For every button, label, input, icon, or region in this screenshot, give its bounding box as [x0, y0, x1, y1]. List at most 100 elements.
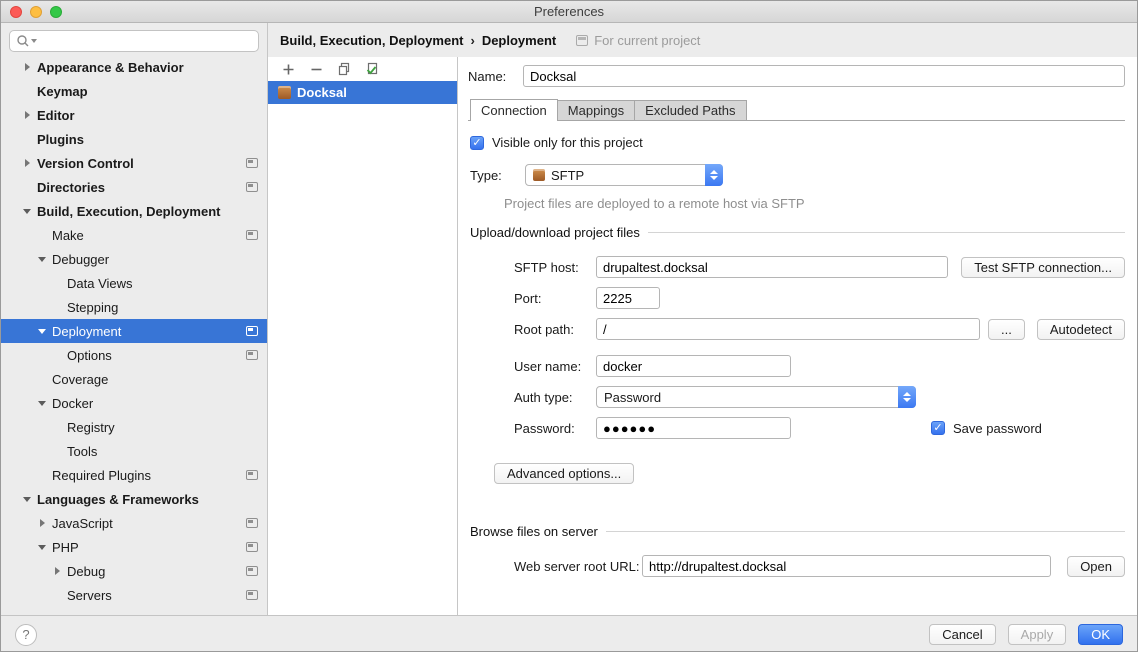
breadcrumb-chevron-icon: › — [470, 33, 474, 48]
search-field-wrap — [9, 30, 259, 52]
help-button[interactable]: ? — [15, 624, 37, 646]
sidebar-item-label: Data Views — [67, 276, 133, 291]
root-path-label: Root path: — [514, 322, 596, 337]
cancel-button[interactable]: Cancel — [929, 624, 995, 645]
chevron-right-icon[interactable] — [21, 63, 33, 71]
window-title: Preferences — [1, 4, 1137, 19]
chevron-right-icon[interactable] — [51, 567, 63, 575]
sidebar-item-options[interactable]: Options — [1, 343, 267, 367]
sidebar-item-appearance-behavior[interactable]: Appearance & Behavior — [1, 55, 267, 79]
copy-icon[interactable] — [336, 61, 352, 77]
sidebar-item-keymap[interactable]: Keymap — [1, 79, 267, 103]
user-name-input[interactable] — [596, 355, 791, 377]
chevron-right-icon[interactable] — [36, 519, 48, 527]
sidebar-item-docker[interactable]: Docker — [1, 391, 267, 415]
sidebar-item-languages-frameworks[interactable]: Languages & Frameworks — [1, 487, 267, 511]
tab-mappings[interactable]: Mappings — [557, 100, 635, 120]
sidebar-item-php[interactable]: PHP — [1, 535, 267, 559]
save-password-label: Save password — [953, 421, 1042, 436]
close-window-button[interactable] — [10, 6, 22, 18]
sidebar-item-make[interactable]: Make — [1, 223, 267, 247]
per-project-settings-icon — [246, 470, 258, 480]
sidebar-item-version-control[interactable]: Version Control — [1, 151, 267, 175]
sidebar-item-label: Required Plugins — [52, 468, 151, 483]
sidebar-item-tools[interactable]: Tools — [1, 439, 267, 463]
sidebar-item-debugger[interactable]: Debugger — [1, 247, 267, 271]
sidebar-item-label: Deployment — [52, 324, 121, 339]
tab-connection[interactable]: Connection — [470, 99, 558, 121]
sidebar-item-coverage[interactable]: Coverage — [1, 367, 267, 391]
chevron-down-icon[interactable] — [36, 257, 48, 262]
auth-type-select[interactable]: Password — [596, 386, 916, 408]
project-window-icon — [576, 35, 588, 46]
traffic-lights — [10, 6, 62, 18]
chevron-right-icon[interactable] — [21, 159, 33, 167]
ok-button[interactable]: OK — [1078, 624, 1123, 645]
sidebar-item-required-plugins[interactable]: Required Plugins — [1, 463, 267, 487]
root-path-input[interactable] — [596, 318, 980, 340]
port-input[interactable] — [596, 287, 660, 309]
sidebar-item-data-views[interactable]: Data Views — [1, 271, 267, 295]
sidebar-item-javascript[interactable]: JavaScript — [1, 511, 267, 535]
dialog-footer: ? Cancel Apply OK — [1, 615, 1137, 652]
sidebar-item-stepping[interactable]: Stepping — [1, 295, 267, 319]
sidebar-item-label: Servers — [67, 588, 112, 603]
tab-excluded-paths[interactable]: Excluded Paths — [634, 100, 746, 120]
sidebar-item-label: Debugger — [52, 252, 109, 267]
chevron-down-icon[interactable] — [21, 209, 33, 214]
sidebar-item-editor[interactable]: Editor — [1, 103, 267, 127]
visible-only-checkbox[interactable] — [470, 136, 484, 150]
use-as-default-icon[interactable] — [364, 61, 380, 77]
advanced-options-button[interactable]: Advanced options... — [494, 463, 634, 484]
deployment-servers-list: Docksal — [268, 81, 457, 104]
remove-icon[interactable] — [308, 61, 324, 77]
sidebar-item-label: Debug — [67, 564, 105, 579]
type-select[interactable]: SFTP — [525, 164, 723, 186]
upload-section-title: Upload/download project files — [470, 225, 640, 240]
sidebar-item-directories[interactable]: Directories — [1, 175, 267, 199]
list-item-docksal[interactable]: Docksal — [268, 81, 457, 104]
port-label: Port: — [514, 291, 596, 306]
deployment-settings-panel: Name: Connection Mappings Excluded Paths… — [458, 57, 1137, 615]
list-item-label: Docksal — [297, 85, 347, 100]
name-input[interactable] — [523, 65, 1125, 87]
sidebar-item-label: Appearance & Behavior — [37, 60, 184, 75]
minimize-window-button[interactable] — [30, 6, 42, 18]
chevron-down-icon[interactable] — [36, 401, 48, 406]
web-server-root-url-input[interactable] — [642, 555, 1051, 577]
chevron-down-icon[interactable] — [36, 545, 48, 550]
sidebar-item-label: Version Control — [37, 156, 134, 171]
preferences-window: Preferences Appearance & BehaviorKeymapE… — [0, 0, 1138, 652]
breadcrumb-parent[interactable]: Build, Execution, Deployment — [280, 33, 463, 48]
settings-sidebar: Appearance & Behavior KeymapEditor Plugins… — [1, 23, 268, 615]
sidebar-item-servers[interactable]: Servers — [1, 583, 267, 607]
test-sftp-connection-button[interactable]: Test SFTP connection... — [961, 257, 1125, 278]
browse-root-path-button[interactable]: ... — [988, 319, 1025, 340]
chevron-down-icon[interactable] — [21, 497, 33, 502]
sftp-host-input[interactable] — [596, 256, 948, 278]
title-bar: Preferences — [1, 1, 1137, 23]
password-input[interactable] — [596, 417, 791, 439]
sidebar-item-label: Plugins — [37, 132, 84, 147]
sidebar-item-debug[interactable]: Debug — [1, 559, 267, 583]
per-project-settings-icon — [246, 182, 258, 192]
sftp-host-label: SFTP host: — [514, 260, 596, 275]
save-password-checkbox[interactable] — [931, 421, 945, 435]
apply-button[interactable]: Apply — [1008, 624, 1067, 645]
sidebar-item-registry[interactable]: Registry — [1, 415, 267, 439]
deployment-tabs: Connection Mappings Excluded Paths — [468, 99, 1125, 121]
sidebar-item-deployment[interactable]: Deployment — [1, 319, 267, 343]
zoom-window-button[interactable] — [50, 6, 62, 18]
settings-search-input[interactable] — [9, 30, 259, 52]
open-url-button[interactable]: Open — [1067, 556, 1125, 577]
section-divider — [606, 531, 1125, 532]
sidebar-item-label: Build, Execution, Deployment — [37, 204, 220, 219]
chevron-right-icon[interactable] — [21, 111, 33, 119]
autodetect-button[interactable]: Autodetect — [1037, 319, 1125, 340]
add-icon[interactable] — [280, 61, 296, 77]
sidebar-item-build-execution-deployment[interactable]: Build, Execution, Deployment — [1, 199, 267, 223]
sidebar-item-plugins[interactable]: Plugins — [1, 127, 267, 151]
chevron-down-icon[interactable] — [36, 329, 48, 334]
servers-list-panel: Docksal — [268, 57, 458, 615]
sidebar-item-label: Tools — [67, 444, 97, 459]
